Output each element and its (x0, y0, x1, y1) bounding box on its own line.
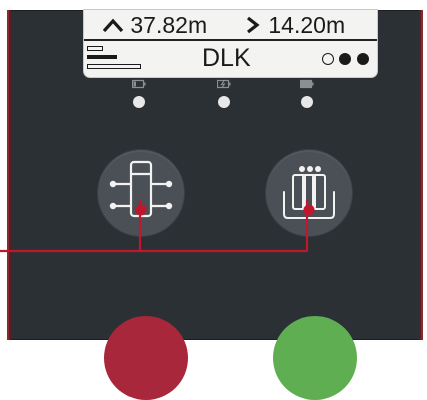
callout-leader-line (0, 200, 309, 253)
start-button[interactable] (273, 316, 357, 400)
stop-button[interactable] (104, 316, 188, 400)
